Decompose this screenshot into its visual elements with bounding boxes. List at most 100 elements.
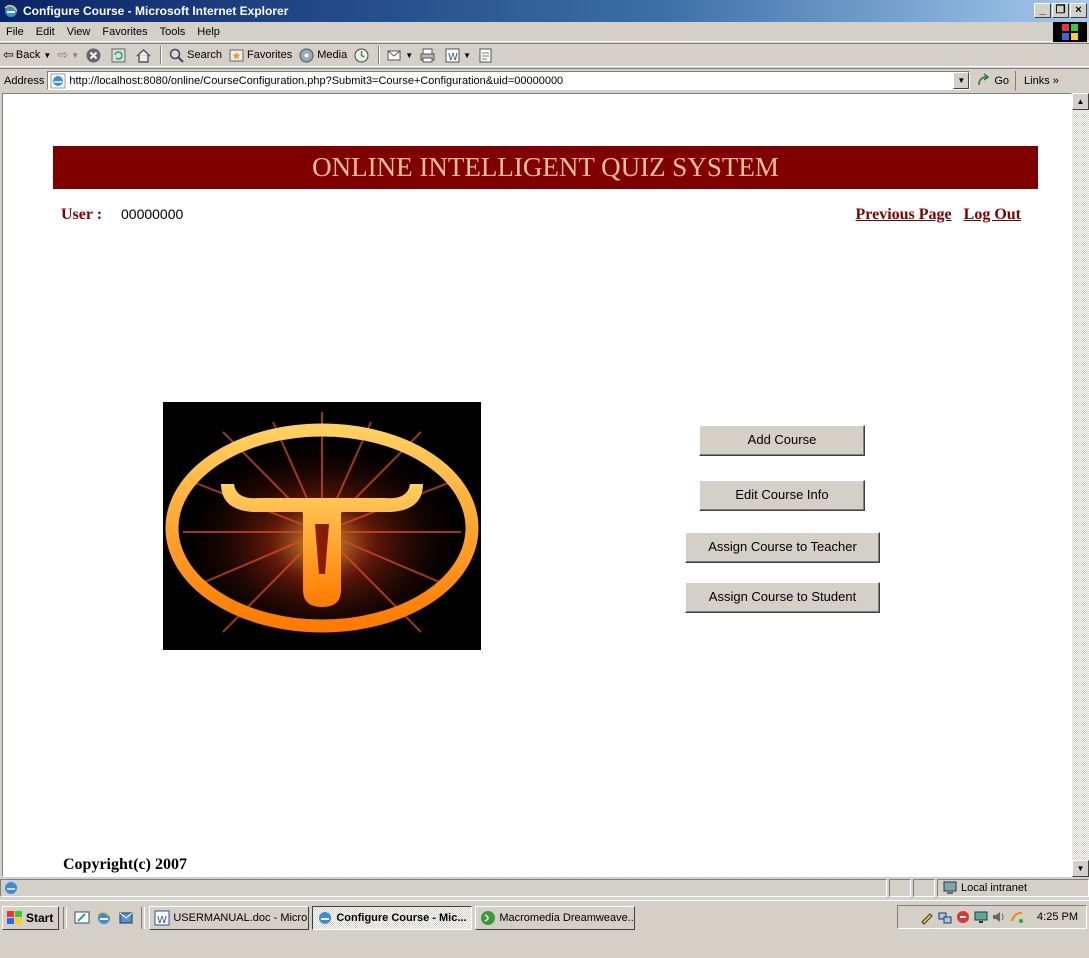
ie-page-icon <box>50 73 66 88</box>
history-button[interactable] <box>350 44 375 66</box>
taskbar-button-label: Macromedia Dreamweave... <box>499 912 636 924</box>
taskbar-button-dreamweaver[interactable]: Macromedia Dreamweave... <box>475 906 636 930</box>
system-tray: 4:25 PM <box>897 905 1087 929</box>
assign-course-teacher-button[interactable]: Assign Course to Teacher <box>685 532 880 563</box>
taskbar: Start W USERMANUAL.doc - Micro... Config… <box>0 900 1089 958</box>
taskbar-button-label: Configure Course - Mic... <box>336 912 467 924</box>
tray-antivirus-icon[interactable] <box>955 909 971 925</box>
menu-file[interactable]: File <box>0 26 30 38</box>
clock: 4:25 PM <box>1037 911 1078 923</box>
favorites-button[interactable]: Favorites <box>225 44 295 66</box>
menubar: File Edit View Favorites Tools Help <box>0 22 1089 42</box>
refresh-icon <box>111 48 126 62</box>
longhorn-logo-image <box>163 402 481 650</box>
ie-page-icon <box>5 882 17 894</box>
status-text-area <box>0 879 887 897</box>
log-out-link[interactable]: Log Out <box>964 206 1021 223</box>
scroll-up-button[interactable]: ▲ <box>1072 93 1089 110</box>
add-course-button[interactable]: Add Course <box>699 425 865 456</box>
back-arrow-icon: ⇦ <box>3 47 14 62</box>
tray-volume-icon[interactable] <box>991 909 1007 925</box>
chevron-down-icon: ▼ <box>405 50 414 60</box>
address-input[interactable]: http://localhost:8080/online/CourseConfi… <box>47 71 971 90</box>
chevron-down-icon: ▼ <box>71 50 80 60</box>
taskbar-button-configure-course[interactable]: Configure Course - Mic... <box>312 906 473 930</box>
go-button[interactable]: Go <box>970 72 1015 89</box>
go-label: Go <box>994 74 1010 87</box>
back-button[interactable]: ⇦ Back ▼ <box>0 44 54 66</box>
outlook-quicklaunch-icon[interactable] <box>117 909 135 927</box>
taskbar-button-usermanual[interactable]: W USERMANUAL.doc - Micro... <box>149 906 310 930</box>
links-button[interactable]: Links » <box>1015 70 1059 91</box>
maximize-button[interactable]: ❐ <box>1052 3 1069 18</box>
user-id: 00000000 <box>121 206 184 222</box>
tray-pencil-icon[interactable] <box>919 909 935 925</box>
address-dropdown-button[interactable]: ▼ <box>953 72 970 89</box>
word-icon: W <box>154 910 170 926</box>
vertical-scrollbar[interactable]: ▲ ▼ <box>1072 93 1089 877</box>
assign-course-student-button[interactable]: Assign Course to Student <box>685 582 880 613</box>
media-label: Media <box>317 49 348 61</box>
edit-course-info-button[interactable]: Edit Course Info <box>699 480 865 511</box>
address-url: http://localhost:8080/online/CourseConfi… <box>69 74 564 87</box>
top-links: Previous Page Log Out <box>848 206 1021 224</box>
close-button[interactable]: × <box>1070 3 1087 18</box>
copyright-text: Copyright(c) 2007 <box>63 856 187 873</box>
print-icon <box>420 48 435 62</box>
media-icon <box>299 48 314 62</box>
favorites-icon <box>229 49 244 61</box>
stop-button[interactable] <box>82 44 107 66</box>
print-button[interactable] <box>416 44 441 66</box>
window-title: Configure Course - Microsoft Internet Ex… <box>23 4 289 18</box>
ie-quicklaunch-icon[interactable] <box>95 909 113 927</box>
security-zone[interactable]: Local intranet <box>937 879 1089 897</box>
menu-edit[interactable]: Edit <box>30 26 61 38</box>
search-icon <box>169 48 184 63</box>
tray-update-icon[interactable] <box>1009 909 1025 925</box>
discuss-icon <box>479 48 492 62</box>
favorites-label: Favorites <box>246 49 293 61</box>
forward-arrow-icon: ⇨ <box>57 47 69 62</box>
discuss-button[interactable] <box>474 44 499 66</box>
taskbar-separator <box>63 907 68 929</box>
status-cell <box>889 879 911 897</box>
show-desktop-icon[interactable] <box>73 909 91 927</box>
chevron-down-icon: ▼ <box>43 50 52 60</box>
dreamweaver-icon <box>481 911 496 925</box>
previous-page-link[interactable]: Previous Page <box>856 206 952 223</box>
ie-icon <box>319 912 332 924</box>
tray-display-icon[interactable] <box>973 909 989 925</box>
refresh-button[interactable] <box>107 44 132 66</box>
toolbar: ⇦ Back ▼ ⇨ ▼ Search Favorites Media ▼ W … <box>0 43 1089 67</box>
start-button[interactable]: Start <box>2 906 60 930</box>
go-arrow-icon <box>978 72 990 85</box>
mail-button[interactable]: ▼ <box>383 44 416 66</box>
scroll-down-button[interactable]: ▼ <box>1072 860 1089 877</box>
menu-favorites[interactable]: Favorites <box>96 26 153 38</box>
windows-logo-icon <box>1053 22 1087 42</box>
search-button[interactable]: Search <box>165 44 225 66</box>
svg-text:W: W <box>157 915 167 926</box>
menu-tools[interactable]: Tools <box>154 26 192 38</box>
statusbar: Local intranet <box>0 878 1089 898</box>
home-button[interactable] <box>132 44 157 66</box>
forward-button[interactable]: ⇨ ▼ <box>54 44 82 66</box>
svg-text:W: W <box>448 52 458 63</box>
search-label: Search <box>187 49 222 61</box>
media-button[interactable]: Media <box>295 44 350 66</box>
intranet-icon <box>943 881 957 894</box>
tray-network-icon[interactable] <box>937 909 953 925</box>
back-label: Back <box>15 49 41 61</box>
minimize-button[interactable]: _ <box>1034 3 1051 18</box>
addressbar: Address http://localhost:8080/online/Cou… <box>0 68 1089 92</box>
taskbar-button-label: USERMANUAL.doc - Micro... <box>173 912 310 924</box>
home-icon <box>136 48 151 63</box>
edit-word-button[interactable]: W ▼ <box>441 44 474 66</box>
menu-help[interactable]: Help <box>191 26 226 38</box>
windows-logo-icon <box>7 911 22 924</box>
window-titlebar[interactable]: Configure Course - Microsoft Internet Ex… <box>0 0 1089 22</box>
longhorn-logo-icon <box>163 402 481 650</box>
history-icon <box>354 48 369 62</box>
word-icon: W <box>445 48 460 63</box>
menu-view[interactable]: View <box>61 26 97 38</box>
